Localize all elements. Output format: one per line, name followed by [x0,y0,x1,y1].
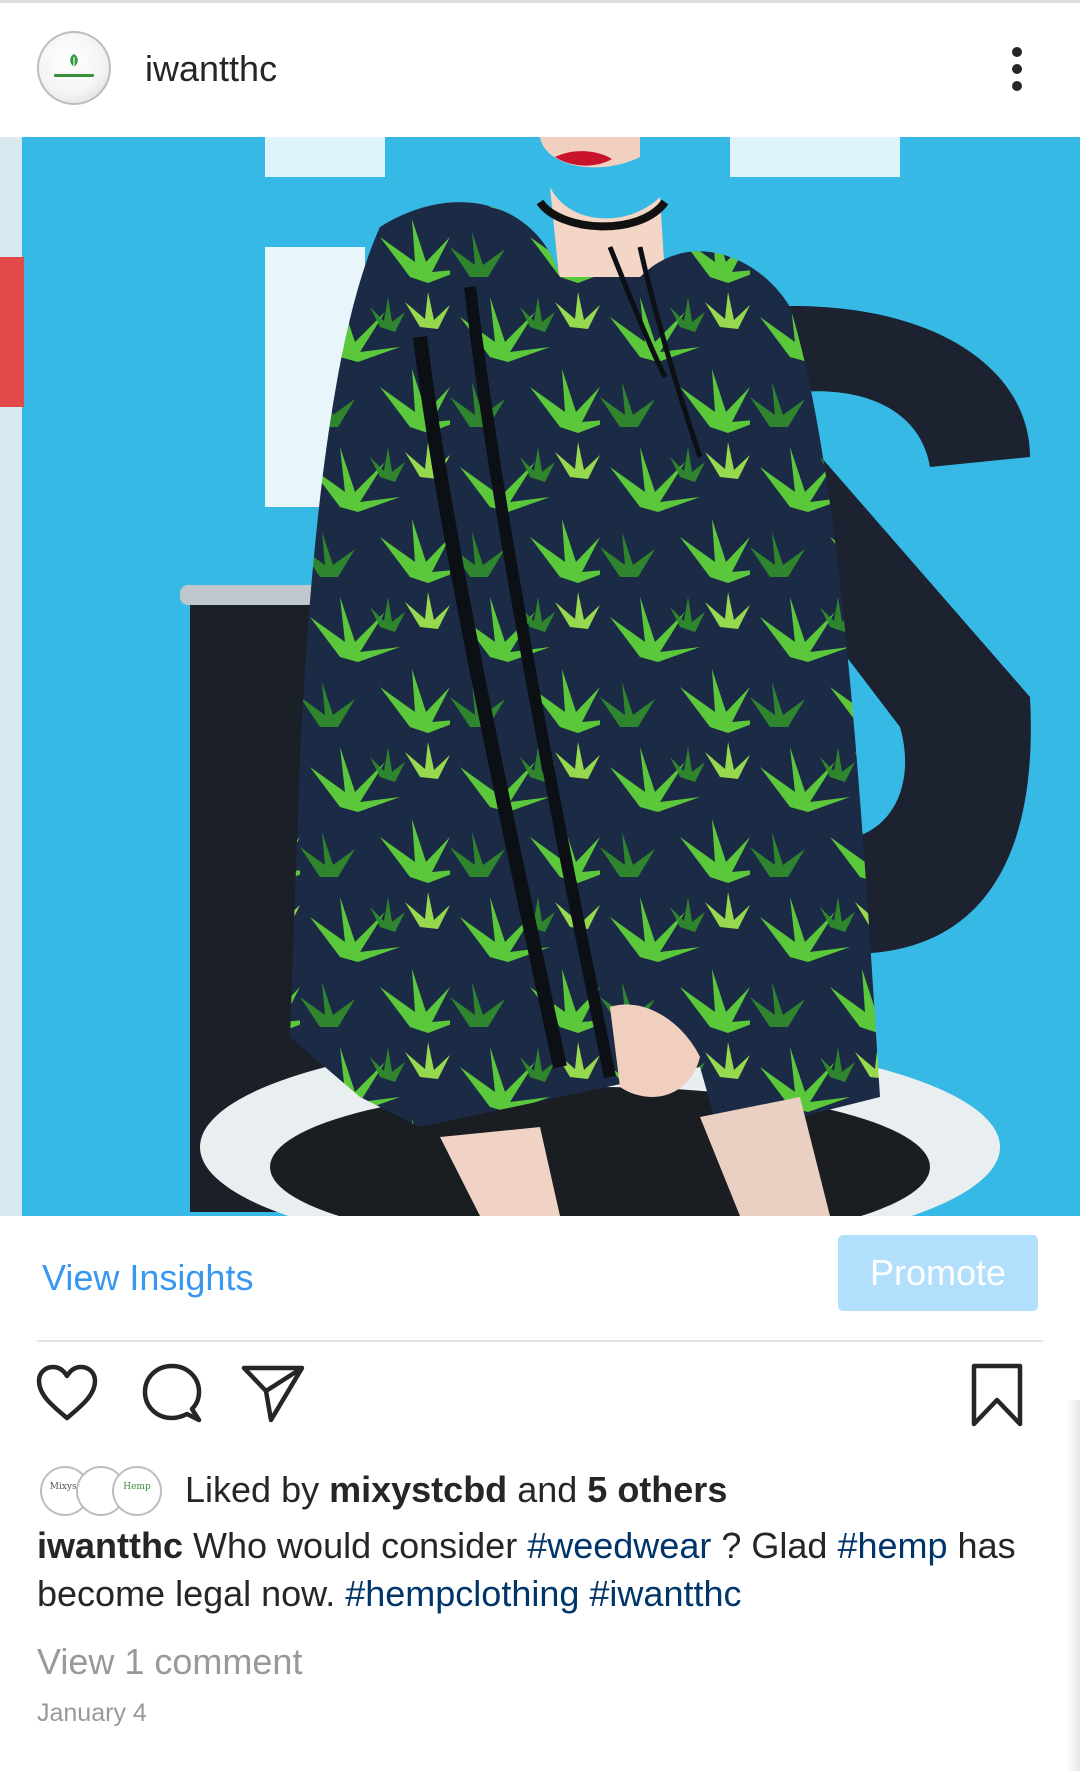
promote-button[interactable]: Promote [838,1235,1038,1311]
likes-row: Mixyst Hemp Liked by mixystcbd and 5 oth… [0,1460,1080,1524]
paper-plane-icon[interactable] [241,1364,305,1424]
hashtag-link[interactable]: #hempclothing [345,1573,579,1614]
caption-username[interactable]: iwantthc [37,1525,183,1566]
insights-row: View Insights Promote [0,1216,1080,1340]
iwantthc-logo-icon [70,54,78,67]
heart-icon[interactable] [36,1364,98,1422]
hashtag-link[interactable]: #weedwear [527,1525,711,1566]
post-photo[interactable] [0,137,1080,1216]
liker-avatars[interactable]: Mixyst Hemp [40,1466,170,1516]
more-options-button[interactable] [996,43,1036,99]
more-vertical-icon [1012,47,1022,57]
post-username[interactable]: iwantthc [145,47,277,91]
hashtag-link[interactable]: #hemp [837,1525,947,1566]
post-photo-image [0,137,1080,1216]
logo-wordmark [54,74,94,77]
view-comments-link[interactable]: View 1 comment [37,1640,302,1684]
liker-username[interactable]: mixystcbd [329,1469,507,1510]
bookmark-icon[interactable] [970,1362,1024,1428]
profile-avatar[interactable] [37,31,111,105]
liker-avatar: Hemp [112,1466,162,1516]
post-header: iwantthc [0,3,1080,136]
scroll-edge [1066,1400,1080,1771]
likes-summary[interactable]: Liked by mixystcbd and 5 others [185,1468,727,1512]
view-insights-link[interactable]: View Insights [42,1256,253,1300]
action-bar [0,1342,1080,1452]
likes-others[interactable]: 5 others [587,1469,727,1510]
post-date: January 4 [37,1699,147,1727]
hashtag-link[interactable]: #iwantthc [589,1573,741,1614]
comment-bubble-icon[interactable] [141,1362,203,1424]
post-caption: iwantthc Who would consider #weedwear ? … [37,1525,1016,1614]
